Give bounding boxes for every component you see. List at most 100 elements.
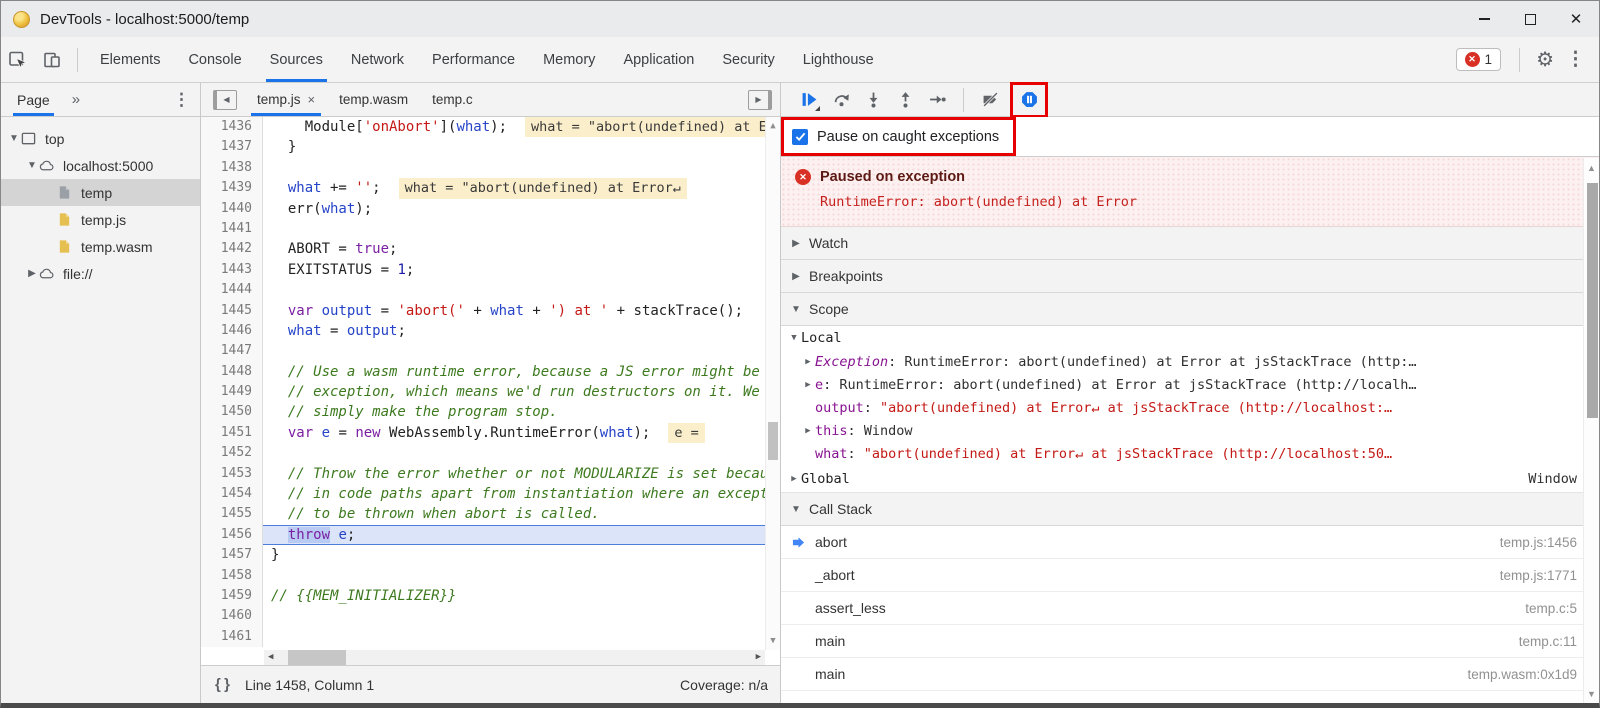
code-line[interactable]: 1459// {{MEM_INITIALIZER}} xyxy=(201,586,780,606)
line-number[interactable]: 1441 xyxy=(201,219,263,239)
line-number[interactable]: 1445 xyxy=(201,301,263,321)
line-number[interactable]: 1438 xyxy=(201,158,263,178)
code-line[interactable]: 1451 var e = new WebAssembly.RuntimeErro… xyxy=(201,423,780,443)
tab-security[interactable]: Security xyxy=(708,37,788,82)
scroll-down-icon[interactable]: ▼ xyxy=(766,636,780,646)
code-line[interactable]: 1453 // Throw the error whether or not M… xyxy=(201,464,780,484)
tree-item-temp-wasm[interactable]: temp.wasm xyxy=(1,233,200,260)
tab-memory[interactable]: Memory xyxy=(529,37,609,82)
step-out-icon[interactable] xyxy=(891,86,919,114)
line-number[interactable]: 1450 xyxy=(201,402,263,422)
maximize-button[interactable] xyxy=(1507,1,1553,37)
line-number[interactable]: 1455 xyxy=(201,504,263,524)
code-line[interactable]: 1437 } xyxy=(201,137,780,157)
scope-row-global[interactable]: ▶GlobalWindow xyxy=(781,465,1599,492)
stack-frame-assert-less[interactable]: assert_lesstemp.c:5 xyxy=(781,592,1599,625)
code-line[interactable]: 1440 err(what); xyxy=(201,199,780,219)
error-badge[interactable]: ✕ 1 xyxy=(1456,48,1502,71)
stack-frame-abort[interactable]: _aborttemp.js:1771 xyxy=(781,559,1599,592)
section-breakpoints[interactable]: ▶ Breakpoints xyxy=(781,260,1599,293)
code-line[interactable]: 1442 ABORT = true; xyxy=(201,239,780,259)
disclosure-open-icon[interactable]: ▼ xyxy=(7,133,21,144)
stack-frame-main[interactable]: maintemp.wasm:0x1d9 xyxy=(781,658,1599,691)
scroll-up-icon[interactable]: ▲ xyxy=(1584,163,1599,173)
editor-tab-temp-js[interactable]: temp.js× xyxy=(245,83,327,116)
navigator-menu-icon[interactable]: ⋮ xyxy=(173,90,190,110)
stack-frame-main[interactable]: maintemp.c:11 xyxy=(781,625,1599,658)
code-line[interactable]: 1446 what = output; xyxy=(201,321,780,341)
pretty-print-icon[interactable]: { } xyxy=(215,676,231,693)
code-line[interactable]: 1445 var output = 'abort(' + what + ') a… xyxy=(201,301,780,321)
line-number[interactable]: 1449 xyxy=(201,382,263,402)
line-number[interactable]: 1440 xyxy=(201,199,263,219)
code-line[interactable]: 1443 EXITSTATUS = 1; xyxy=(201,260,780,280)
line-number[interactable]: 1460 xyxy=(201,606,263,626)
pause-on-exceptions-icon[interactable] xyxy=(1015,86,1043,114)
disclosure-closed-icon[interactable]: ▶ xyxy=(801,426,815,436)
code-editor[interactable]: 1436 Module['onAbort'](what);what = "abo… xyxy=(201,117,780,665)
tree-item-temp[interactable]: temp xyxy=(1,179,200,206)
line-number[interactable]: 1439 xyxy=(201,178,263,198)
line-number[interactable]: 1436 xyxy=(201,117,263,137)
disclosure-closed-icon[interactable]: ▶ xyxy=(801,380,815,390)
code-line[interactable]: 1444 xyxy=(201,280,780,300)
code-line[interactable]: 1438 xyxy=(201,158,780,178)
more-tabs-icon[interactable]: » xyxy=(72,91,80,108)
code-line[interactable]: 1439 what += '';what = "abort(undefined)… xyxy=(201,178,780,198)
resume-icon[interactable] xyxy=(795,86,823,114)
tab-console[interactable]: Console xyxy=(174,37,255,82)
disclosure-closed-icon[interactable]: ▶ xyxy=(25,268,39,279)
code-line[interactable]: 1458 xyxy=(201,566,780,586)
line-number[interactable]: 1457 xyxy=(201,545,263,565)
tree-item-file[interactable]: ▶file:// xyxy=(1,260,200,287)
line-number[interactable]: 1448 xyxy=(201,362,263,382)
line-number[interactable]: 1451 xyxy=(201,423,263,443)
code-line[interactable]: 1441 xyxy=(201,219,780,239)
tab-elements[interactable]: Elements xyxy=(86,37,174,82)
line-number[interactable]: 1446 xyxy=(201,321,263,341)
expand-panel-icon[interactable]: ▶ xyxy=(748,90,772,110)
tree-item-temp-js[interactable]: temp.js xyxy=(1,206,200,233)
line-number[interactable]: 1461 xyxy=(201,627,263,647)
code-line[interactable]: 1461 xyxy=(201,627,780,647)
line-number[interactable]: 1447 xyxy=(201,341,263,361)
step-into-icon[interactable] xyxy=(859,86,887,114)
editor-tab-temp-c[interactable]: temp.c xyxy=(420,83,485,116)
line-number[interactable]: 1459 xyxy=(201,586,263,606)
debugger-scrollbar[interactable]: ▲ ▼ xyxy=(1583,158,1599,703)
line-number[interactable]: 1453 xyxy=(201,464,263,484)
code-line[interactable]: 1456 throw e; xyxy=(201,525,780,545)
settings-gear-icon[interactable]: ⚙ xyxy=(1536,47,1554,72)
line-number[interactable]: 1458 xyxy=(201,566,263,586)
more-menu-icon[interactable]: ⋮ xyxy=(1566,48,1585,71)
pause-on-caught-checkbox[interactable] xyxy=(792,129,808,145)
scroll-up-icon[interactable]: ▲ xyxy=(766,121,780,131)
tab-performance[interactable]: Performance xyxy=(418,37,529,82)
code-line[interactable]: 1460 xyxy=(201,606,780,626)
close-tab-icon[interactable]: × xyxy=(308,92,316,107)
code-line[interactable]: 1447 xyxy=(201,341,780,361)
tab-network[interactable]: Network xyxy=(337,37,418,82)
editor-tab-temp-wasm[interactable]: temp.wasm xyxy=(327,83,420,116)
tree-item-localhost-5000[interactable]: ▼localhost:5000 xyxy=(1,152,200,179)
scrollbar-thumb[interactable] xyxy=(288,650,346,665)
scroll-right-icon[interactable]: ▶ xyxy=(756,652,761,662)
disclosure-open-icon[interactable]: ▼ xyxy=(787,333,801,343)
close-button[interactable]: ✕ xyxy=(1553,1,1599,37)
tab-sources[interactable]: Sources xyxy=(256,37,337,82)
scope-row-this[interactable]: ▶this: Window xyxy=(781,419,1599,442)
tab-lighthouse[interactable]: Lighthouse xyxy=(789,37,888,82)
disclosure-closed-icon[interactable]: ▶ xyxy=(801,357,815,367)
section-watch[interactable]: ▶ Watch xyxy=(781,227,1599,260)
code-line[interactable]: 1457} xyxy=(201,545,780,565)
code-line[interactable]: 1436 Module['onAbort'](what);what = "abo… xyxy=(201,117,780,137)
collapse-navigator-icon[interactable]: ◀ xyxy=(213,90,237,110)
inspect-icon[interactable] xyxy=(1,43,35,77)
tree-item-top[interactable]: ▼top xyxy=(1,125,200,152)
step-icon[interactable] xyxy=(923,86,951,114)
code-line[interactable]: 1452 xyxy=(201,443,780,463)
line-number[interactable]: 1454 xyxy=(201,484,263,504)
code-line[interactable]: 1454 // in code paths apart from instant… xyxy=(201,484,780,504)
scope-row-what[interactable]: what: "abort(undefined) at Error↵ at jsS… xyxy=(781,442,1599,465)
scrollbar-thumb[interactable] xyxy=(1587,183,1598,418)
